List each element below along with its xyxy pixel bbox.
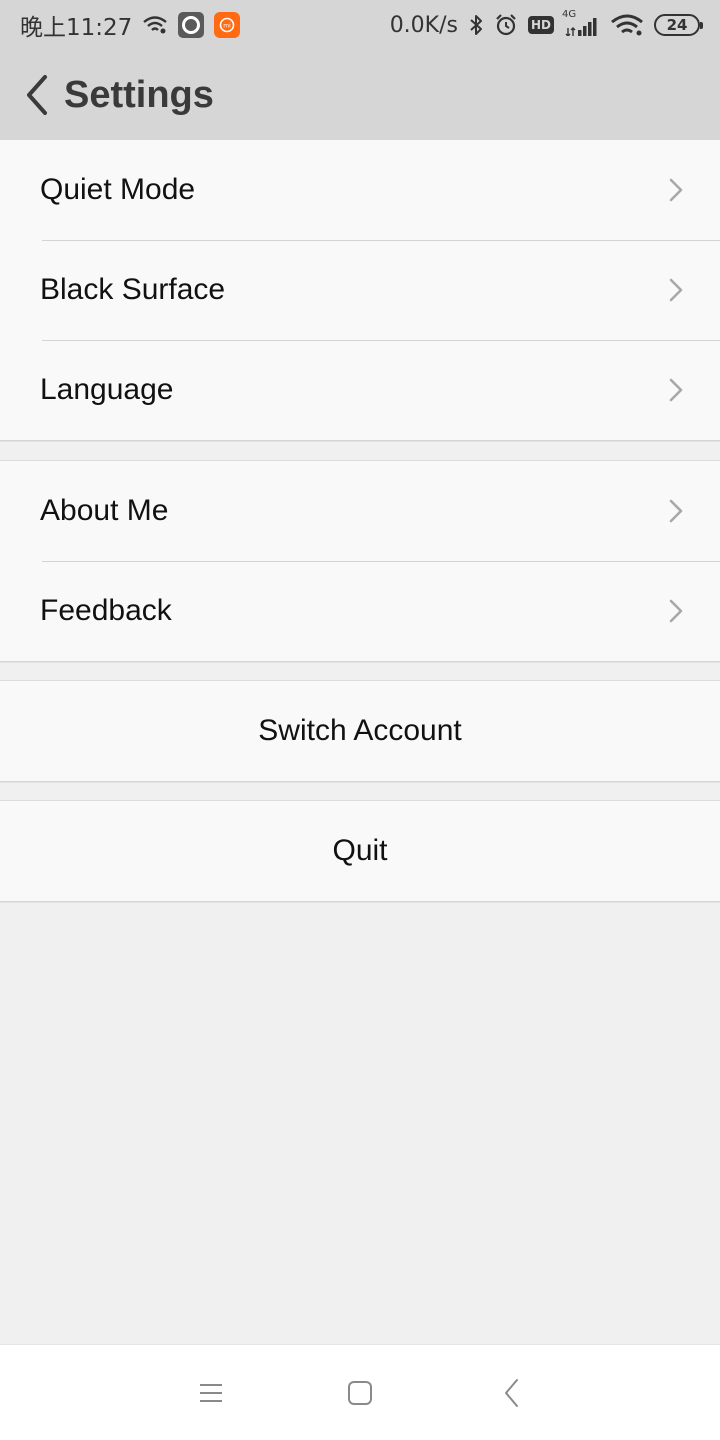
feedback-label: Feedback	[40, 594, 172, 627]
network-type-label: 4G	[562, 9, 577, 20]
status-bar: 晚上11:27 mi 0.0K/s HD 4G 24	[0, 0, 720, 50]
quit-button[interactable]: Quit	[0, 801, 720, 901]
quiet-mode-item[interactable]: Quiet Mode	[0, 140, 720, 240]
wifi-icon	[610, 13, 644, 37]
nav-menu-button[interactable]	[171, 1345, 251, 1440]
mi-app-text: mi	[224, 23, 232, 30]
back-button[interactable]	[8, 50, 68, 140]
feedback-item[interactable]: Feedback	[0, 561, 720, 661]
chevron-left-icon	[27, 75, 47, 115]
net-speed: 0.0K/s	[389, 12, 458, 38]
about-me-item[interactable]: About Me	[0, 461, 720, 561]
home-icon	[348, 1381, 372, 1405]
about-me-label: About Me	[40, 494, 169, 527]
chevron-right-icon	[666, 176, 686, 204]
status-bar-left: 晚上11:27 mi	[20, 8, 241, 42]
settings-group-quit: Quit	[0, 800, 720, 902]
chevron-right-icon	[666, 276, 686, 304]
black-surface-item[interactable]: Black Surface	[0, 240, 720, 340]
menu-icon	[200, 1384, 222, 1402]
language-item[interactable]: Language	[0, 340, 720, 440]
battery-icon: 24	[654, 14, 703, 36]
settings-group-info: About Me Feedback	[0, 460, 720, 662]
mi-app-icon: mi	[214, 12, 241, 38]
system-nav-bar	[0, 1344, 720, 1440]
back-icon	[505, 1379, 518, 1407]
settings-group-account: Switch Account	[0, 680, 720, 782]
alarm-icon	[494, 13, 518, 37]
page-title: Settings	[64, 73, 214, 116]
chevron-right-icon	[666, 597, 686, 625]
chevron-right-icon	[666, 376, 686, 404]
quiet-mode-label: Quiet Mode	[40, 173, 196, 206]
battery-level: 24	[666, 16, 688, 34]
language-label: Language	[40, 373, 174, 406]
nav-back-button[interactable]	[472, 1345, 552, 1440]
status-time: 晚上11:27	[20, 15, 133, 41]
app-gray-icon	[178, 12, 205, 38]
bluetooth-icon	[468, 13, 484, 37]
black-surface-label: Black Surface	[40, 273, 226, 306]
switch-account-button[interactable]: Switch Account	[0, 681, 720, 781]
app-header: Settings	[0, 50, 720, 140]
quit-label: Quit	[332, 834, 388, 867]
wifi-small-icon	[142, 15, 168, 35]
chevron-right-icon	[666, 497, 686, 525]
status-bar-right: 0.0K/s HD 4G 24	[389, 10, 703, 38]
nav-home-button[interactable]	[320, 1345, 400, 1440]
signal-icon: 4G	[562, 10, 600, 36]
settings-group-display: Quiet Mode Black Surface Language	[0, 140, 720, 441]
switch-account-label: Switch Account	[258, 714, 462, 747]
hd-icon: HD	[527, 16, 554, 34]
